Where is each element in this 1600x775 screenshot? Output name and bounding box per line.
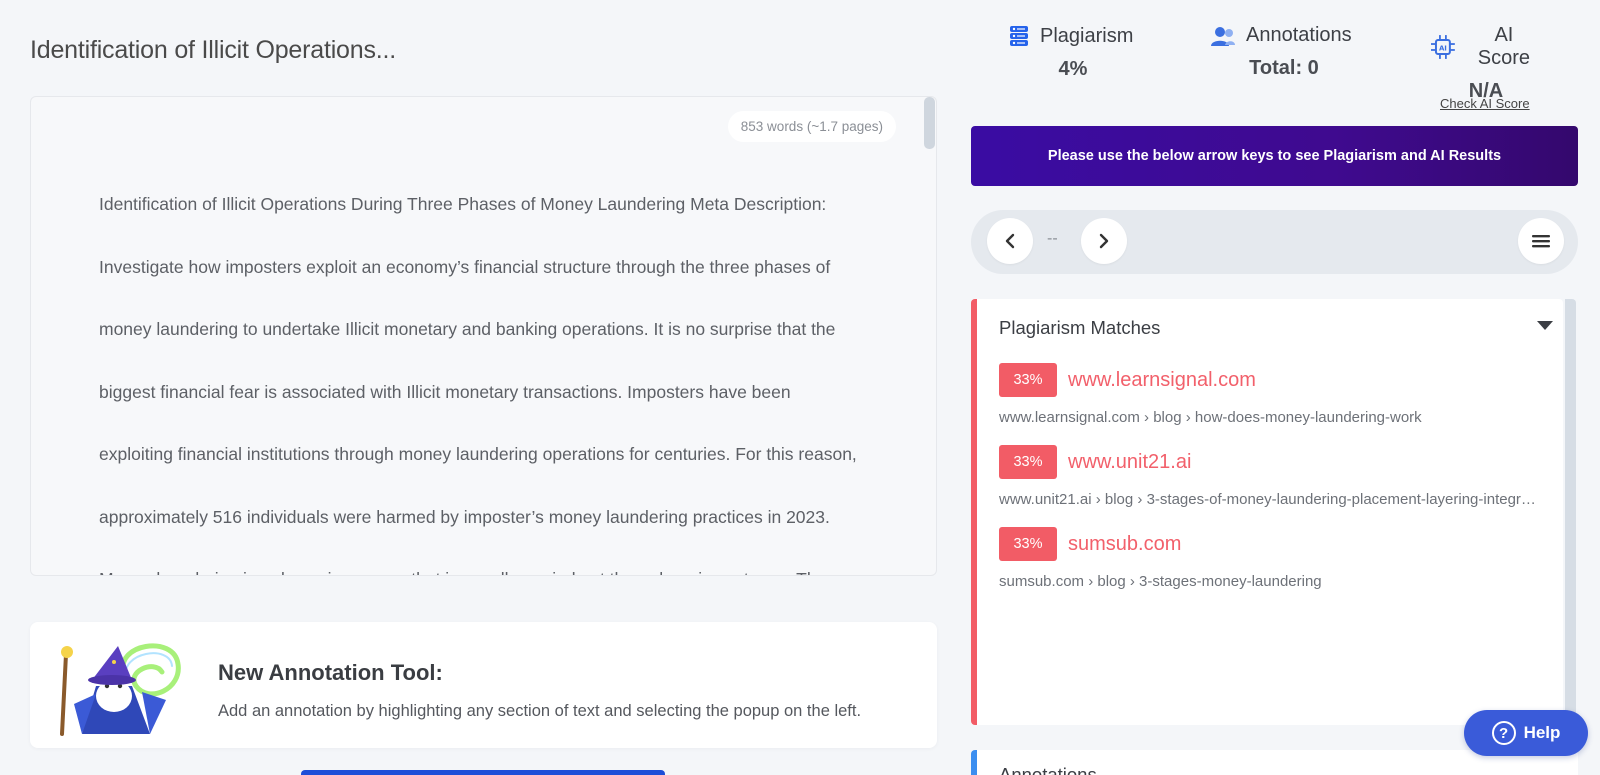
match-site-link[interactable]: www.unit21.ai [1068, 451, 1191, 474]
chevron-left-icon [1005, 233, 1015, 249]
help-button[interactable]: ? Help [1464, 710, 1588, 756]
help-label: Help [1523, 723, 1561, 742]
plagiarism-label: Plagiarism [1040, 24, 1134, 47]
chevron-right-icon [1099, 233, 1109, 249]
ai-score-stat: AI AI Score N/A [1430, 24, 1542, 103]
document-title: Identification of Illicit Operations... [30, 36, 396, 64]
next-result-button[interactable] [1081, 218, 1127, 264]
annotation-tool-card: New Annotation Tool: Add an annotation b… [30, 622, 937, 748]
match-site-link[interactable]: sumsub.com [1068, 533, 1181, 556]
question-mark-icon: ? [1491, 721, 1516, 745]
results-menu-button[interactable] [1518, 218, 1564, 264]
document-body[interactable]: Identification of Illicit Operations Dur… [99, 173, 889, 575]
document-line[interactable]: Investigate how imposters exploit an eco… [99, 236, 889, 299]
word-count-badge: 853 words (~1.7 pages) [727, 111, 896, 142]
document-line[interactable]: Money laundering is a dynamic process th… [99, 548, 889, 575]
document-line[interactable]: Identification of Illicit Operations Dur… [99, 173, 889, 236]
document-line[interactable]: money laundering to undertake Illicit mo… [99, 298, 889, 361]
match-percent-badge: 33% [999, 363, 1057, 397]
match-item[interactable]: 33% sumsub.com sumsub.com › blog › 3-sta… [999, 527, 1539, 590]
match-item[interactable]: 33% www.learnsignal.com www.learnsignal.… [999, 363, 1539, 426]
annotations-value: Total: 0 [1249, 57, 1319, 79]
submit-button-edge[interactable] [301, 770, 665, 775]
document-line[interactable]: exploiting financial institutions throug… [99, 423, 889, 486]
document-editor[interactable]: 853 words (~1.7 pages) Identification of… [30, 96, 937, 576]
annotation-tool-description: Add an annotation by highlighting any se… [218, 702, 862, 720]
annotations-label: Annotations [1246, 24, 1352, 46]
hamburger-menu-icon [1532, 235, 1550, 248]
annotations-panel-title: Annotations [999, 764, 1097, 775]
wizard-mascot-icon [60, 643, 181, 736]
match-item[interactable]: 33% www.unit21.ai www.unit21.ai › blog ›… [999, 445, 1539, 508]
users-icon [1211, 26, 1235, 46]
chip-icon: AI [1430, 35, 1455, 59]
previous-result-button[interactable] [987, 218, 1033, 264]
plagiarism-matches-panel: Plagiarism Matches 33% www.learnsignal.c… [971, 299, 1563, 725]
annotations-stat: Annotations Total: 0 [1210, 24, 1358, 80]
ai-score-label: AI Score [1477, 24, 1531, 69]
match-path: www.unit21.ai › blog › 3-stages-of-money… [999, 491, 1539, 508]
results-banner: Please use the below arrow keys to see P… [971, 126, 1578, 186]
match-path: sumsub.com › blog › 3-stages-money-laund… [999, 573, 1322, 590]
annotation-tool-title: New Annotation Tool: [218, 660, 443, 685]
collapse-caret-icon[interactable] [1537, 321, 1553, 330]
plagiarism-stat: Plagiarism 4% [1008, 24, 1138, 81]
document-scrollbar[interactable] [922, 97, 936, 575]
document-line[interactable]: biggest financial fear is associated wit… [99, 361, 889, 424]
results-navigator: -- [971, 210, 1578, 274]
check-ai-score-link[interactable]: Check AI Score [1440, 96, 1530, 111]
plagiarism-value: 4% [1058, 58, 1088, 80]
matches-scrollbar[interactable] [1565, 299, 1576, 725]
document-line[interactable]: approximately 516 individuals were harme… [99, 486, 889, 549]
match-path: www.learnsignal.com › blog › how-does-mo… [999, 409, 1422, 426]
match-percent-badge: 33% [999, 445, 1057, 479]
document-scrollbar-thumb[interactable] [924, 97, 935, 149]
svg-text:AI: AI [1439, 44, 1447, 52]
match-site-link[interactable]: www.learnsignal.com [1068, 369, 1256, 392]
plagiarism-matches-title: Plagiarism Matches [999, 317, 1161, 338]
match-percent-badge: 33% [999, 527, 1057, 561]
database-icon [1010, 26, 1028, 46]
result-indicator: -- [1047, 230, 1058, 247]
